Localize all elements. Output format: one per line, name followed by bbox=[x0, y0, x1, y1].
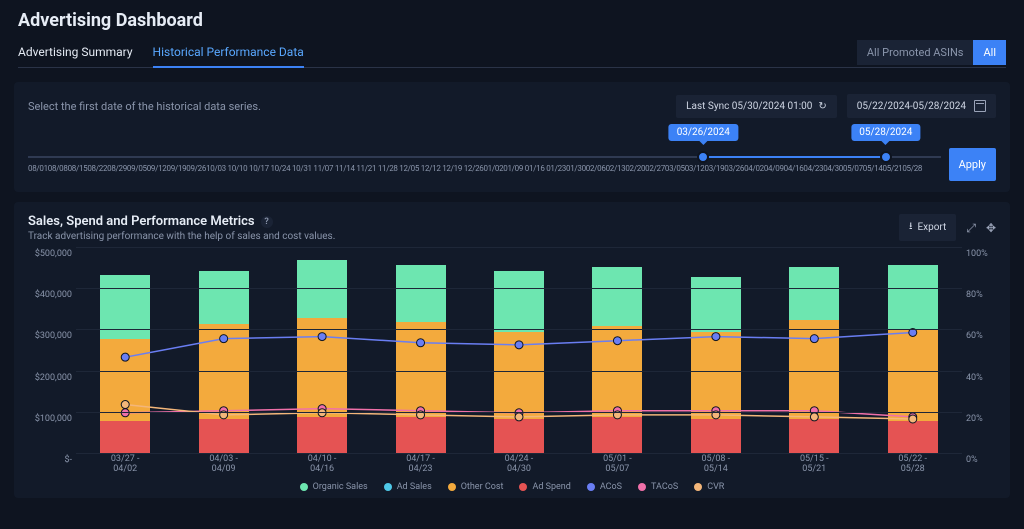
info-icon[interactable]: ? bbox=[261, 216, 273, 228]
last-sync-pill[interactable]: Last Sync 05/30/2024 01:00 ↻ bbox=[676, 95, 837, 118]
legend-item-other-cost[interactable]: Other Cost bbox=[448, 482, 504, 492]
x-axis-label: 05/15 - 05/21 bbox=[789, 454, 839, 474]
date-note: Select the first date of the historical … bbox=[28, 100, 261, 113]
chart-subtitle: Track advertising performance with the h… bbox=[28, 231, 335, 242]
chart-title: Sales, Spend and Performance Metrics bbox=[28, 214, 255, 229]
bar-seg-ad-spend[interactable] bbox=[297, 417, 347, 454]
legend-dot bbox=[448, 483, 456, 491]
chart-plot: 03/27 - 04/02 04/03 - 04/09 04/10 - 04/16 0… bbox=[76, 248, 962, 478]
y-axis-left: $-$100,000$200,000$300,000$400,000$500,0… bbox=[28, 248, 76, 478]
bar-seg-other-cost[interactable] bbox=[494, 332, 544, 419]
filter-promoted-asins[interactable]: All Promoted ASINs bbox=[857, 40, 974, 65]
chart-legend: Organic Sales Ad Sales Other Cost Ad Spend A… bbox=[28, 482, 996, 492]
legend-label: CVR bbox=[707, 482, 724, 492]
legend-label: Ad Spend bbox=[532, 482, 570, 492]
bar-seg-other-cost[interactable] bbox=[888, 330, 938, 421]
legend-item-tacos[interactable]: TACoS bbox=[638, 482, 678, 492]
legend-dot bbox=[384, 483, 392, 491]
date-range-slider[interactable]: 03/26/2024 05/28/2024 08/0108/0808/1508/… bbox=[28, 146, 941, 182]
bar-seg-ad-spend[interactable] bbox=[691, 419, 741, 454]
expand-icon[interactable]: ⤢ bbox=[966, 222, 976, 234]
x-axis-label: 05/22 - 05/28 bbox=[888, 454, 938, 474]
last-sync-text: Last Sync 05/30/2024 01:00 bbox=[686, 101, 812, 112]
calendar-icon bbox=[974, 100, 986, 112]
legend-dot bbox=[587, 483, 595, 491]
x-axis-label: 05/01 - 05/07 bbox=[592, 454, 642, 474]
legend-label: Other Cost bbox=[461, 482, 504, 492]
y-axis-right: 0%20%40%60%80%100% bbox=[962, 248, 996, 478]
refresh-icon: ↻ bbox=[818, 101, 826, 112]
bar-seg-other-cost[interactable] bbox=[100, 339, 150, 421]
bar-seg-other-cost[interactable] bbox=[592, 326, 642, 417]
x-axis-label: 04/17 - 04/23 bbox=[396, 454, 446, 474]
bar-seg-ad-spend[interactable] bbox=[494, 419, 544, 454]
chart-panel: Sales, Spend and Performance Metrics ? T… bbox=[14, 202, 1010, 498]
x-axis-label: 05/08 - 05/14 bbox=[691, 454, 741, 474]
legend-item-organic-sales[interactable]: Organic Sales bbox=[300, 482, 368, 492]
legend-item-ad-sales[interactable]: Ad Sales bbox=[384, 482, 432, 492]
legend-dot bbox=[300, 483, 308, 491]
bar-seg-other-cost[interactable] bbox=[396, 322, 446, 417]
slider-fill bbox=[703, 156, 886, 158]
x-axis-label: 04/24 - 04/30 bbox=[494, 454, 544, 474]
export-button[interactable]: ⭳ Export bbox=[899, 214, 956, 241]
bar-seg-ad-spend[interactable] bbox=[789, 419, 839, 454]
legend-dot bbox=[694, 483, 702, 491]
bar-seg-ad-spend[interactable] bbox=[199, 419, 249, 454]
slider-end-tip: 05/28/2024 bbox=[851, 124, 920, 141]
move-icon[interactable]: ✥ bbox=[986, 222, 996, 234]
legend-item-cvr[interactable]: CVR bbox=[694, 482, 724, 492]
date-range-picker[interactable]: 05/22/2024-05/28/2024 bbox=[847, 94, 996, 118]
tab-historical-performance[interactable]: Historical Performance Data bbox=[153, 39, 304, 67]
bar-seg-other-cost[interactable] bbox=[691, 332, 741, 419]
bar-seg-ad-spend[interactable] bbox=[888, 421, 938, 454]
page-title: Advertising Dashboard bbox=[18, 10, 1006, 31]
download-icon: ⭳ bbox=[909, 219, 913, 236]
bar-seg-ad-spend[interactable] bbox=[592, 417, 642, 454]
date-selector-panel: Select the first date of the historical … bbox=[14, 82, 1010, 192]
bar-seg-other-cost[interactable] bbox=[789, 320, 839, 419]
legend-item-acos[interactable]: ACoS bbox=[587, 482, 622, 492]
legend-label: Organic Sales bbox=[313, 482, 368, 492]
slider-end-handle[interactable] bbox=[880, 151, 892, 163]
bar-seg-ad-spend[interactable] bbox=[100, 421, 150, 454]
apply-button[interactable]: Apply bbox=[949, 148, 996, 181]
legend-dot bbox=[638, 483, 646, 491]
filter-all[interactable]: All bbox=[973, 40, 1006, 65]
chart-area: $-$100,000$200,000$300,000$400,000$500,0… bbox=[28, 248, 996, 478]
legend-label: Ad Sales bbox=[397, 482, 432, 492]
tab-advertising-summary[interactable]: Advertising Summary bbox=[18, 39, 133, 67]
legend-dot bbox=[519, 483, 527, 491]
legend-label: ACoS bbox=[600, 482, 622, 492]
bar-seg-other-cost[interactable] bbox=[297, 318, 347, 417]
x-axis-label: 04/10 - 04/16 bbox=[297, 454, 347, 474]
x-axis-label: 03/27 - 04/02 bbox=[100, 454, 150, 474]
export-label: Export bbox=[917, 222, 946, 233]
x-axis-labels: 03/27 - 04/02 04/03 - 04/09 04/10 - 04/16 0… bbox=[76, 454, 962, 474]
slider-start-handle[interactable] bbox=[697, 151, 709, 163]
legend-item-ad-spend[interactable]: Ad Spend bbox=[519, 482, 570, 492]
slider-tick-labels: 08/0108/0808/1508/2208/2909/0509/1209/19… bbox=[28, 164, 941, 173]
date-range-text: 05/22/2024-05/28/2024 bbox=[857, 101, 966, 112]
legend-label: TACoS bbox=[651, 482, 678, 492]
bar-container bbox=[76, 248, 962, 454]
slider-start-tip: 03/26/2024 bbox=[669, 124, 738, 141]
x-axis-label: 04/03 - 04/09 bbox=[199, 454, 249, 474]
tabs: Advertising Summary Historical Performan… bbox=[18, 39, 304, 67]
bar-seg-ad-spend[interactable] bbox=[396, 417, 446, 454]
bar-seg-other-cost[interactable] bbox=[199, 324, 249, 419]
